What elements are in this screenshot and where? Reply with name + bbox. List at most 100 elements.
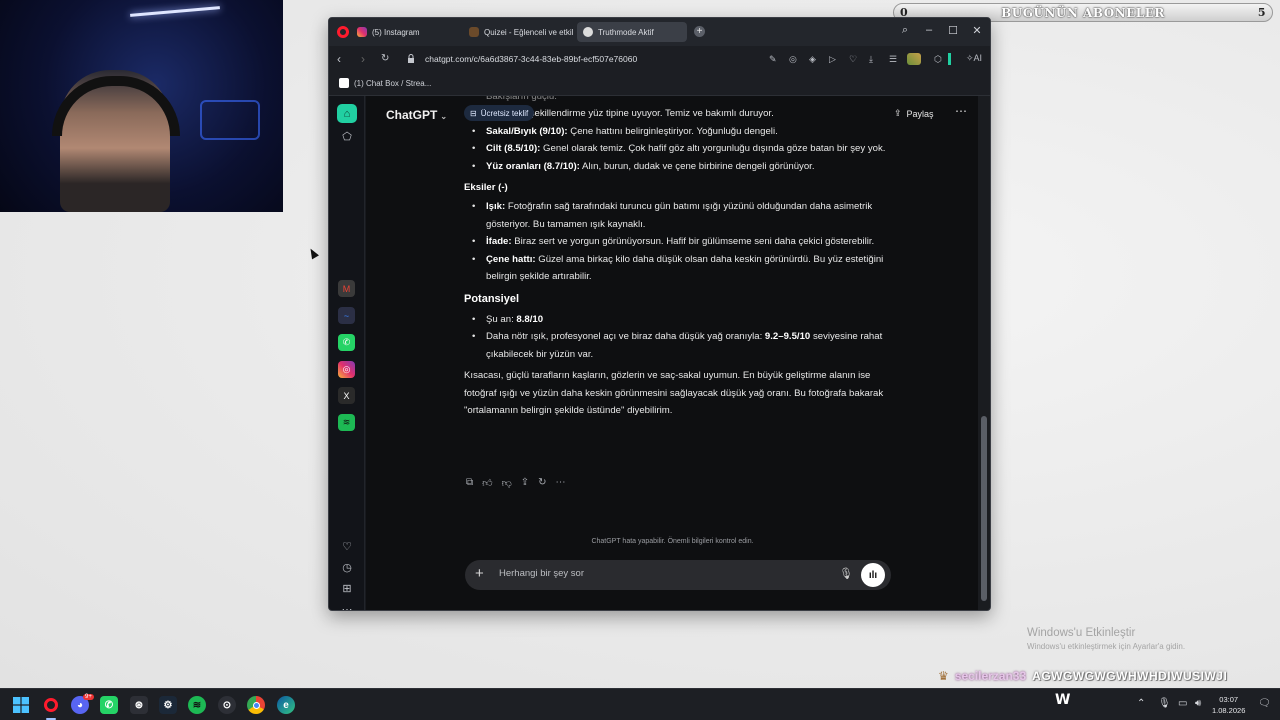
tab-label: (5) Instagram [372,27,420,37]
start-windows-icon[interactable] [12,696,30,714]
prompt-input[interactable] [499,568,799,579]
model-selector[interactable]: ChatGPT ⌄ [386,108,447,122]
thumbs-up-icon[interactable]: 👍︎ [482,477,492,489]
share-icon: ⇪ [894,108,902,118]
extensions-sidebar-icon[interactable]: ⊞ [339,582,355,595]
quiz-icon [469,27,479,37]
heart-icon[interactable]: ♡ [849,54,857,65]
item-title: Çene hattı: [486,253,536,265]
edge-icon[interactable]: e [277,696,295,714]
maximize-icon[interactable]: ☐ [945,24,961,37]
history-icon[interactable]: ◷ [339,561,355,574]
neon-frame [200,100,260,140]
spotify-icon[interactable]: ≋ [338,414,355,431]
item-title: Işık: [486,201,506,213]
chat-header: ChatGPT ⌄ ⊟ Ücretsiz teklif ⇪ Paylaş ⋯ [366,96,979,132]
download-icon[interactable]: ⤓ [869,54,873,65]
spotify-taskbar-icon[interactable]: ≋ [188,696,206,714]
share-button[interactable]: ⇪ Paylaş [894,108,934,119]
pin-icon[interactable]: ⬠ [339,130,355,143]
thumbs-down-icon[interactable]: 👎︎ [502,477,512,489]
microphone-icon[interactable]: 🎙︎ [839,567,853,580]
chevron-down-icon: ⌄ [440,112,448,121]
more-sidebar-icon[interactable]: ⋯ [339,603,355,610]
opera-logo-icon[interactable] [337,26,349,38]
chatgpt-icon [583,27,593,37]
webcam-overlay [0,0,283,212]
opera-sidebar: ⌂ ⬠ M ~ ✆ ◎ X ≋ ♡ ◷ ⊞ ⋯ [329,96,365,610]
tab-quizei[interactable]: Quizei - Eğlenceli ve etkil [463,22,575,42]
potential-now-label: Şu an: [486,313,517,325]
item-title: İfade: [486,236,512,248]
list-item: Yüz oranları (8.7/10): Alın, burun, duda… [464,158,890,176]
ai-button[interactable]: ✧AI [966,53,982,64]
offer-label: Ücretsiz teklif [480,108,529,118]
tab-bar: (5) Instagram Quizei - Eğlenceli ve etki… [329,18,990,46]
extensions-icon[interactable]: ⬡ [934,54,942,65]
plus-icon[interactable]: + [475,565,484,582]
url-input[interactable]: chatgpt.com/c/6a6d3867-3c44-83eb-89bf-ec… [425,54,637,64]
back-icon[interactable]: ‹ [337,52,341,66]
scrollbar[interactable] [978,96,990,610]
neon-light [130,6,220,17]
extension-avatar-icon[interactable] [907,53,921,65]
volume-icon[interactable]: 🔊︎ [1195,698,1201,709]
ticker-message: AGWGWGWGWHWHDIWUSIWJI [1032,669,1228,683]
more-actions-icon[interactable]: ⋯ [556,477,566,489]
favorites-icon[interactable]: ♡ [339,540,355,553]
activate-title: Windows'u Etkinleştir [1027,627,1136,639]
gmail-icon[interactable]: M [338,280,355,297]
share-message-icon[interactable]: ⇪ [521,477,529,489]
camera-icon[interactable]: ◎ [789,54,797,65]
steam-icon[interactable]: ⚙ [159,696,177,714]
notification-icon[interactable]: 🗨︎ [1258,698,1271,709]
share-label: Paylaş [906,108,934,119]
close-icon[interactable]: ✕ [969,24,985,37]
microphone-tray-icon[interactable]: 🎙︎ [1158,698,1171,709]
forward-icon[interactable]: › [361,52,365,66]
search-tabs-icon[interactable]: ⌕ [897,24,913,37]
chevron-up-icon[interactable]: ⌃ [1137,698,1145,709]
voice-mode-icon[interactable]: ılı [861,563,885,587]
instagram-icon [357,27,367,37]
minimize-icon[interactable]: – [921,24,937,36]
new-tab-icon[interactable]: + [694,26,705,37]
reload-icon[interactable]: ↻ [381,53,389,64]
whatsapp-icon[interactable]: ✆ [338,334,355,351]
tab-truthmode[interactable]: Truthmode Aktif [577,22,687,42]
menu-icon[interactable]: ☰ [889,54,897,65]
more-options-icon[interactable]: ⋯ [955,104,967,118]
tab-instagram[interactable]: (5) Instagram [351,22,461,42]
scrollbar-thumb[interactable] [981,416,987,601]
whatsapp-taskbar-icon[interactable]: ✆ [100,696,118,714]
disclaimer: ChatGPT hata yapabilir. Önemli bilgileri… [591,538,754,545]
instagram-sidebar-icon[interactable]: ◎ [338,361,355,378]
opera-taskbar-icon[interactable] [42,696,60,714]
home-icon[interactable]: ⌂ [337,104,357,123]
messenger-icon[interactable]: ~ [338,307,355,324]
windows-activation-watermark: Windows'u Etkinleştir Windows'u etkinleş… [1027,627,1185,651]
lock-icon [408,54,414,63]
chrome-icon[interactable] [247,696,265,714]
bookmark-favicon-icon [339,78,349,88]
vpn-icon[interactable]: ◈ [809,54,816,65]
item-title: Yüz oranları (8.7/10): [486,160,580,172]
network-icon[interactable]: ▭ [1178,698,1187,709]
list-item: İfade: Biraz sert ve yorgun görünüyorsun… [464,233,890,251]
bookmark-chatbox[interactable]: (1) Chat Box / Strea... [339,78,431,88]
free-offer-button[interactable]: ⊟ Ücretsiz teklif [464,105,535,121]
play-icon[interactable]: ▷ [829,54,836,65]
edit-icon[interactable]: ✎ [769,54,777,65]
assistant-message: Bakışların güçlü. ...esim ve şekillendir… [464,96,890,419]
regenerate-icon[interactable]: ↻ [538,477,546,489]
obs-icon[interactable]: ⊛ [130,696,148,714]
item-text: Alın, burun, dudak ve çene birbirine den… [579,160,815,172]
x-twitter-icon[interactable]: X [338,387,355,404]
potential-heading: Potansiyel [464,293,520,306]
app-icon[interactable]: ⊙ [218,696,236,714]
item-title: Cilt (8.5/10): [486,143,541,155]
sync-indicator [948,53,951,65]
bookmarks-bar: (1) Chat Box / Strea... [329,72,990,96]
clock[interactable]: 03:07 1.08.2026 [1212,694,1245,716]
copy-icon[interactable]: ⧉ [466,477,473,489]
